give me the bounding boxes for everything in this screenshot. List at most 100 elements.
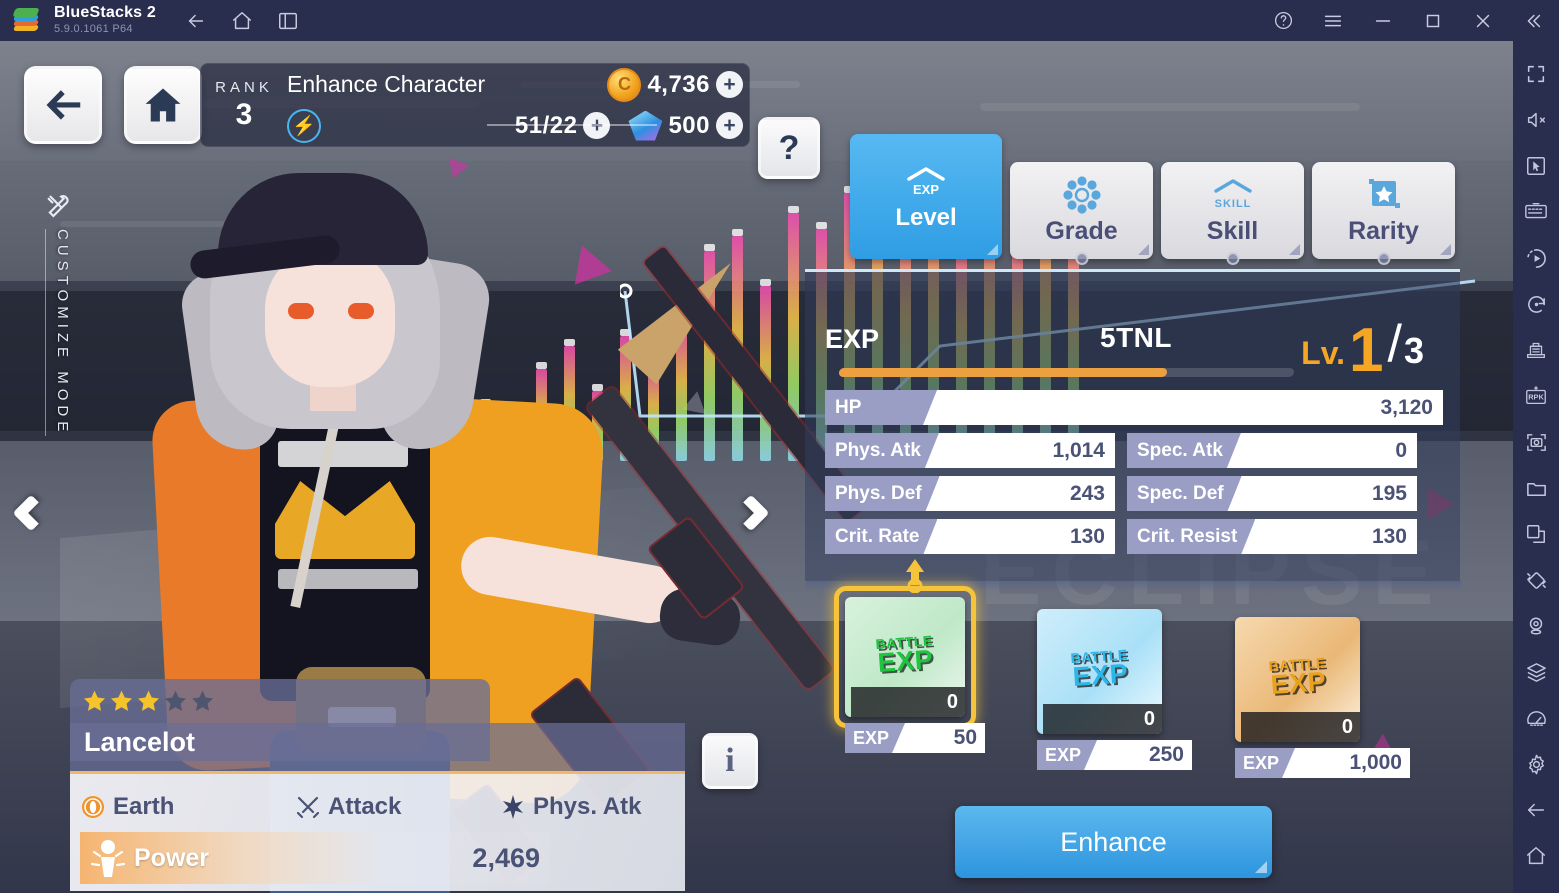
- star-icon: [111, 690, 133, 711]
- info-button[interactable]: i: [702, 733, 758, 789]
- bluestacks-logo-icon: [12, 7, 40, 35]
- tab-rarity[interactable]: Rarity: [1312, 162, 1455, 265]
- tab-level[interactable]: EXP Level: [850, 134, 1002, 259]
- rank-label: RANK: [215, 78, 273, 96]
- enhance-button-label: Enhance: [1060, 826, 1167, 857]
- fullscreen-icon[interactable]: [1513, 51, 1559, 97]
- back-button[interactable]: [24, 66, 102, 144]
- character-damage-type-label: Phys. Atk: [533, 793, 642, 820]
- copy-icon[interactable]: [1513, 511, 1559, 557]
- rank-block: RANK 3: [201, 79, 287, 132]
- star-icon: [165, 690, 187, 711]
- home-icon[interactable]: [230, 9, 254, 33]
- screenshot-icon[interactable]: [1513, 419, 1559, 465]
- stat-key: Phys. Atk: [825, 433, 939, 468]
- bluestacks-sidebar: RPK: [1513, 41, 1559, 893]
- grade-flower-icon: [1062, 175, 1102, 215]
- exp-item-gold[interactable]: BATTLE EXP 0 EXP 1,000: [1235, 617, 1410, 778]
- svg-text:RPK: RPK: [1528, 393, 1544, 402]
- menu-icon[interactable]: [1321, 9, 1345, 33]
- exp-item-count: 0: [1341, 716, 1353, 738]
- phys-atk-star-icon: [503, 795, 523, 819]
- svg-text:EXP: EXP: [913, 182, 939, 197]
- stat-row: Crit. Rate 130 Crit. Resist 130: [825, 519, 1443, 554]
- android-home-icon[interactable]: [1513, 833, 1559, 879]
- previous-character-button[interactable]: [2, 473, 60, 553]
- macro-icon[interactable]: [1513, 235, 1559, 281]
- page-title: Enhance Character: [287, 71, 486, 97]
- close-icon[interactable]: [1471, 9, 1495, 33]
- tab-grade-label: Grade: [1045, 217, 1118, 245]
- exp-chevron-icon: EXP: [903, 162, 949, 202]
- exp-item-card[interactable]: BATTLE EXP 0: [1037, 609, 1162, 734]
- stat-spec-atk: Spec. Atk 0: [1127, 433, 1417, 468]
- customize-mode-label: CUSTOMIZE MODE: [45, 229, 71, 437]
- stat-key: Spec. Atk: [1127, 433, 1241, 468]
- back-icon[interactable]: [184, 9, 208, 33]
- stat-phys-def: Phys. Def 243: [825, 476, 1115, 511]
- rank-value: 3: [235, 97, 253, 131]
- rarity-star-icon: [1364, 175, 1404, 215]
- next-character-button[interactable]: [722, 473, 780, 553]
- stat-spec-def: Spec. Def 195: [1127, 476, 1417, 511]
- rotate-icon[interactable]: [1513, 281, 1559, 327]
- android-back-icon[interactable]: [1513, 787, 1559, 833]
- window-controls: [1271, 0, 1545, 41]
- app-title: BlueStacks 2: [54, 4, 157, 22]
- enhance-button[interactable]: Enhance: [955, 806, 1272, 878]
- character-tags: Earth Attack Phys. Atk: [80, 784, 680, 830]
- folder-icon[interactable]: [1513, 465, 1559, 511]
- mute-icon[interactable]: [1513, 97, 1559, 143]
- android-recents-icon[interactable]: [1513, 879, 1559, 893]
- exp-item-card[interactable]: BATTLE EXP 0: [845, 597, 965, 717]
- enhance-tabs: EXP Level Grade SKILL Skill Rarity: [850, 134, 1455, 265]
- keyboard-icon[interactable]: [1513, 189, 1559, 235]
- stat-key: Spec. Def: [1127, 476, 1242, 511]
- exp-item-value-chip: EXP 250: [1037, 740, 1192, 770]
- gem-plus-button[interactable]: +: [716, 112, 743, 139]
- stat-hp: HP 3,120: [825, 390, 1443, 425]
- exp-item-blue[interactable]: BATTLE EXP 0 EXP 250: [1037, 609, 1192, 770]
- minimize-icon[interactable]: [1371, 9, 1395, 33]
- collapse-icon[interactable]: [1521, 9, 1545, 33]
- home-button[interactable]: [124, 66, 202, 144]
- character-element-label: Earth: [113, 793, 175, 820]
- stat-phys-atk: Phys. Atk 1,014: [825, 433, 1115, 468]
- apk-install-icon[interactable]: RPK: [1513, 373, 1559, 419]
- gold-value: 4,736: [647, 70, 710, 98]
- exp-item-value-chip: EXP 50: [845, 723, 985, 753]
- tab-grade[interactable]: Grade: [1010, 162, 1153, 265]
- exp-item-green[interactable]: BATTLE EXP 0 EXP 50: [834, 559, 985, 753]
- app-version: 5.9.0.1061 P64: [54, 23, 133, 36]
- tab-skill[interactable]: SKILL Skill: [1161, 162, 1304, 265]
- stat-value: 130: [1069, 524, 1105, 548]
- shake-icon[interactable]: [1513, 557, 1559, 603]
- back-arrow-icon: [46, 90, 81, 120]
- multi-instance-icon[interactable]: [1513, 327, 1559, 373]
- gold-plus-button[interactable]: +: [716, 71, 743, 98]
- help-icon[interactable]: [1271, 9, 1295, 33]
- stat-key: Phys. Def: [825, 476, 940, 511]
- maximize-icon[interactable]: [1421, 9, 1445, 33]
- exp-progress-fill: [838, 368, 1168, 377]
- gold-currency[interactable]: C 4,736 +: [607, 67, 743, 102]
- stat-row: HP 3,120: [825, 390, 1443, 425]
- character-element: Earth: [80, 793, 295, 821]
- exp-item-card[interactable]: BATTLE EXP 0: [1235, 617, 1360, 742]
- customize-mode-rail[interactable]: CUSTOMIZE MODE: [30, 191, 86, 511]
- wrench-icon: [47, 195, 69, 218]
- character-power: Power 2,469: [80, 832, 550, 884]
- layers-icon[interactable]: [1513, 649, 1559, 695]
- meter-icon[interactable]: [1513, 695, 1559, 741]
- help-button[interactable]: ?: [758, 117, 820, 179]
- header-divider: [487, 124, 657, 126]
- settings-gear-icon[interactable]: [1513, 741, 1559, 787]
- tab-rarity-label: Rarity: [1348, 217, 1419, 245]
- character-damage-type: Phys. Atk: [500, 793, 641, 821]
- game-viewport[interactable]: ECLIPSE: [0, 41, 1513, 893]
- stat-row: Phys. Atk 1,014 Spec. Atk 0: [825, 433, 1443, 468]
- cursor-icon[interactable]: [1513, 143, 1559, 189]
- stat-crit-rate: Crit. Rate 130: [825, 519, 1115, 554]
- location-icon[interactable]: [1513, 603, 1559, 649]
- multi-instance-icon[interactable]: [276, 9, 300, 33]
